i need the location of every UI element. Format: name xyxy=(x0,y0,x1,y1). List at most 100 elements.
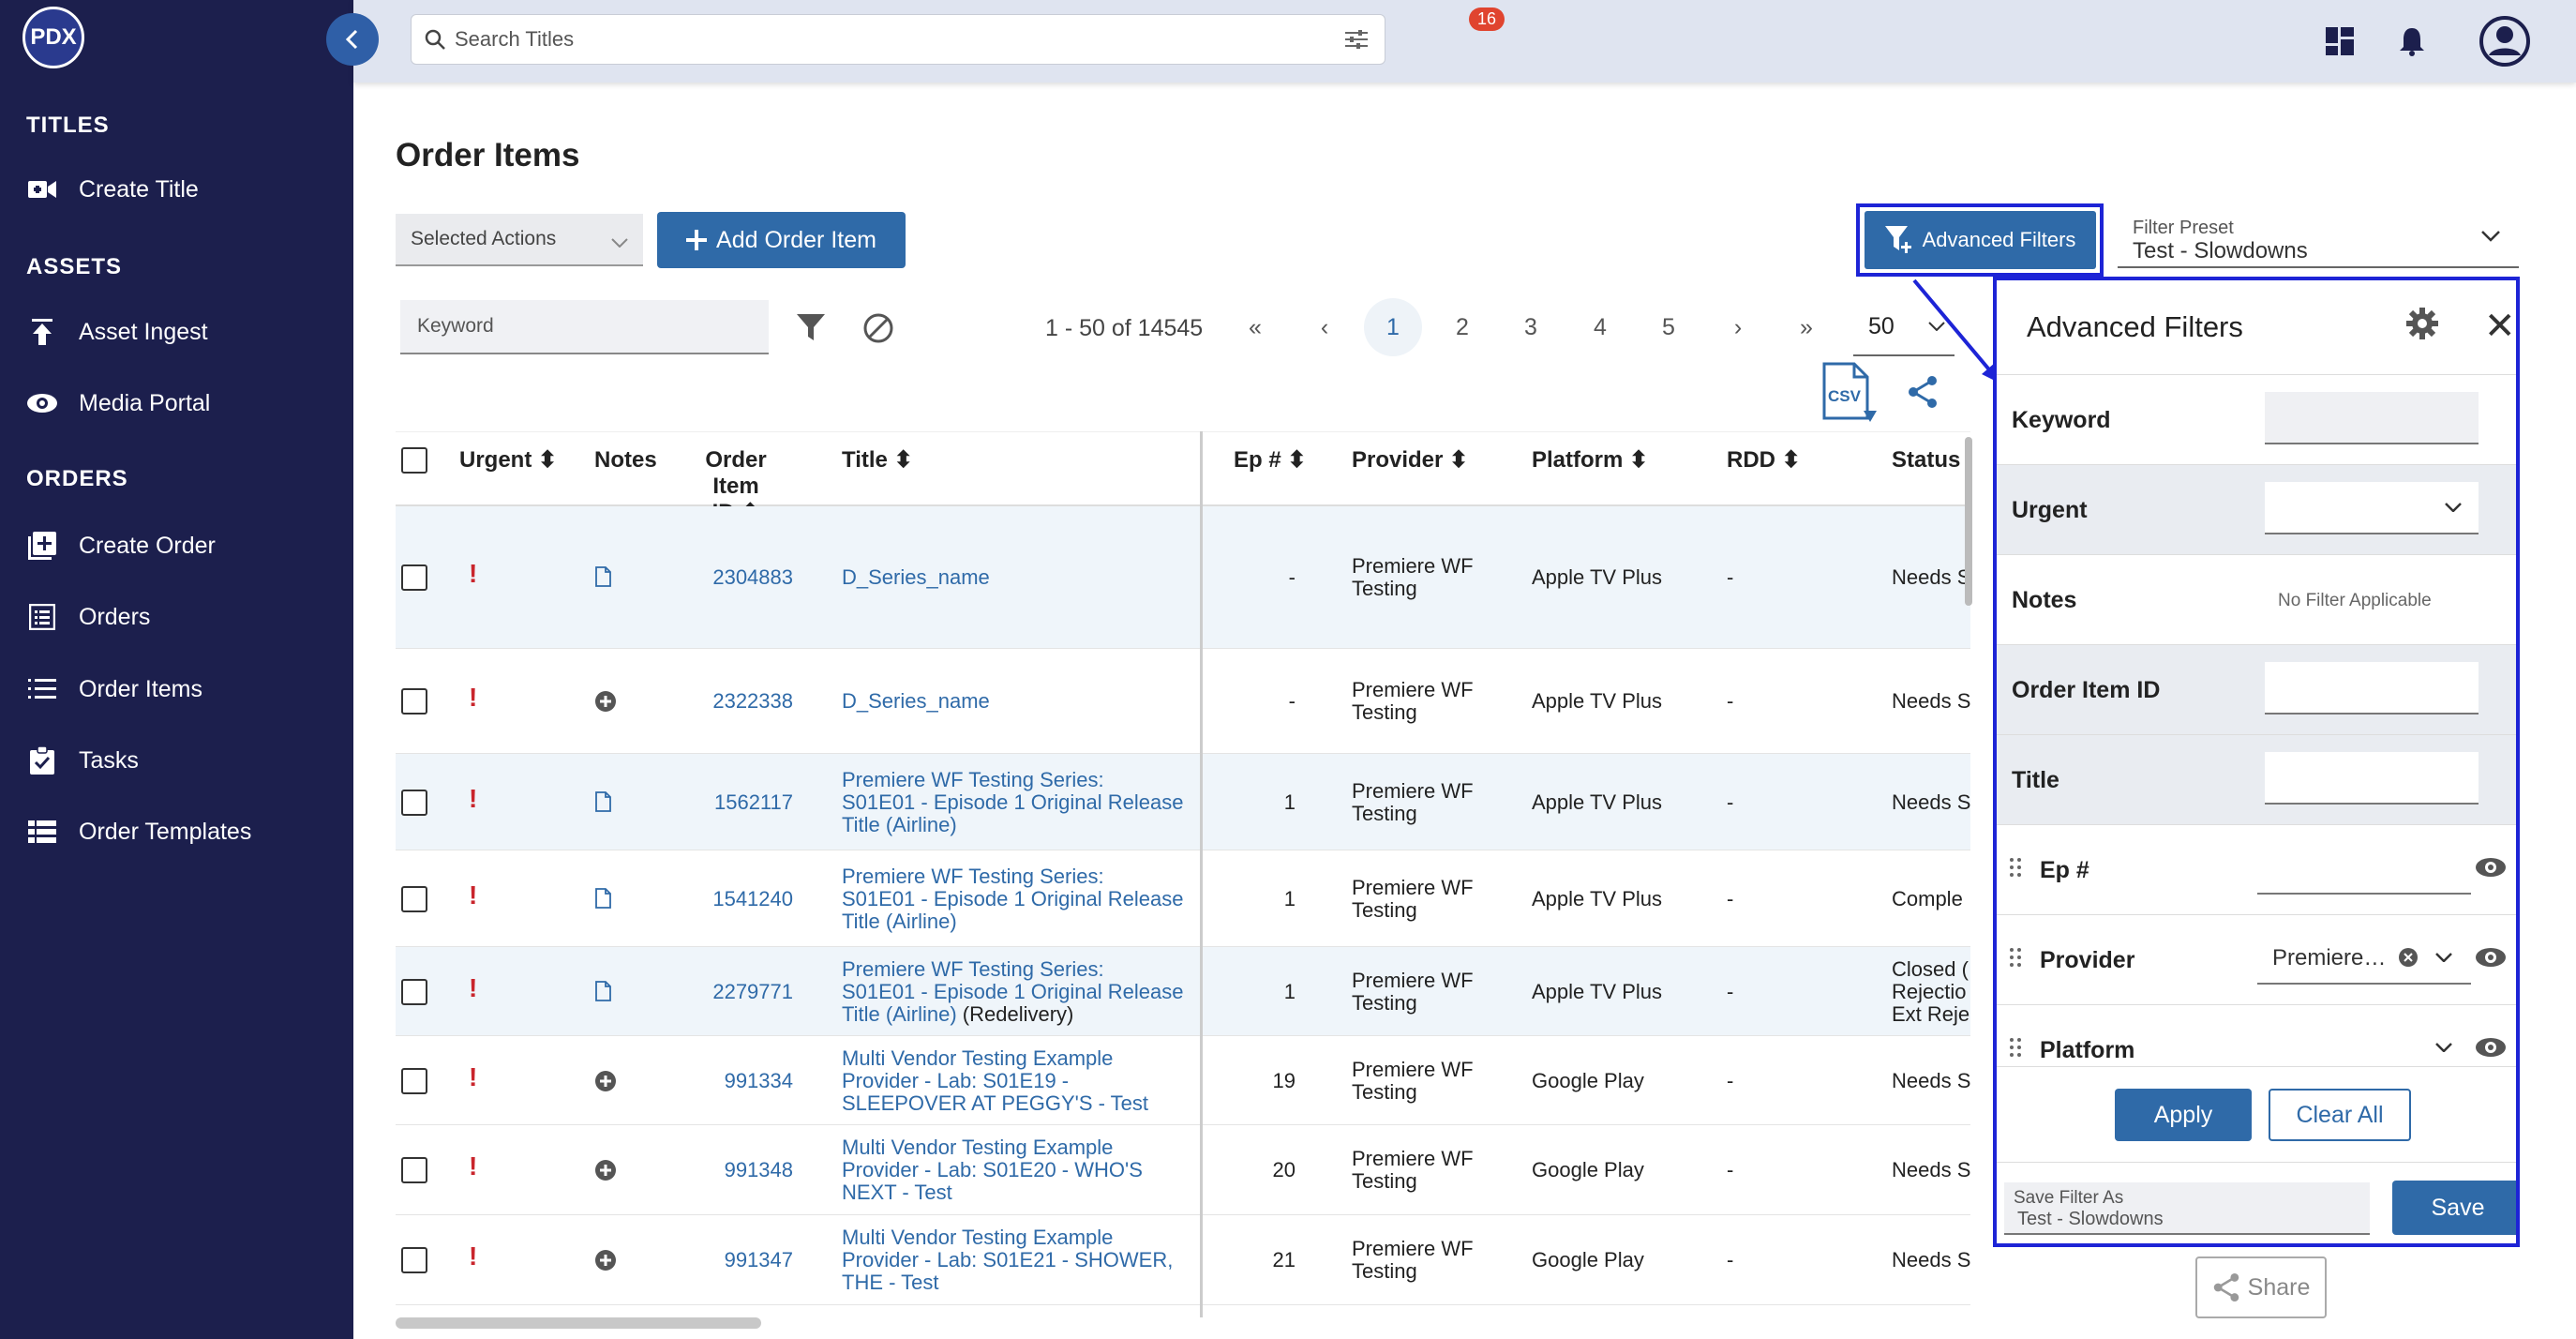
add-note-icon[interactable] xyxy=(594,1159,617,1186)
order-item-id-link[interactable]: 1562117 xyxy=(677,790,793,814)
filter-title-input[interactable] xyxy=(2265,752,2479,805)
table-row[interactable]: ! 991348 Multi Vendor Testing Example Provi… xyxy=(396,1125,1970,1215)
drag-handle-icon[interactable] xyxy=(2010,1037,2021,1058)
table-row[interactable]: ! 991334 Multi Vendor Testing Example Provi… xyxy=(396,1036,1970,1125)
title-link[interactable]: Multi Vendor Testing Example Provider - L… xyxy=(842,1136,1143,1204)
filter-urgent-select[interactable] xyxy=(2265,482,2479,534)
note-document-icon[interactable] xyxy=(594,566,611,592)
apply-button[interactable]: Apply xyxy=(2115,1089,2252,1141)
pagination-page-4[interactable]: 4 xyxy=(1571,298,1629,356)
column-header-provider[interactable]: Provider ⬍ xyxy=(1352,447,1468,474)
filter-provider-select[interactable]: Premiere… xyxy=(2257,932,2471,985)
table-row[interactable]: ! 991347 Multi Vendor Testing Example Provi… xyxy=(396,1215,1970,1305)
add-note-icon[interactable] xyxy=(594,1070,617,1097)
share-button[interactable]: Share xyxy=(2195,1256,2327,1318)
pdx-logo[interactable]: PDX xyxy=(22,7,84,68)
sidebar-item-media-portal[interactable]: Media Portal xyxy=(26,384,210,422)
row-checkbox[interactable] xyxy=(401,789,427,816)
table-row[interactable]: ! 1562117 Premiere WF Testing Series: S01E0… xyxy=(396,754,1970,850)
table-row[interactable]: ! 2279771 Premiere WF Testing Series: S01E0… xyxy=(396,947,1970,1036)
dashboard-icon[interactable] xyxy=(2312,13,2368,69)
block-clear-icon[interactable] xyxy=(862,312,894,344)
row-checkbox[interactable] xyxy=(401,1247,427,1273)
row-checkbox[interactable] xyxy=(401,978,427,1005)
column-header-title[interactable]: Title ⬍ xyxy=(842,447,913,474)
filter-keyword-input[interactable] xyxy=(2265,392,2479,444)
save-button[interactable]: Save xyxy=(2392,1181,2516,1235)
order-item-id-link[interactable]: 991348 xyxy=(677,1159,793,1181)
tune-filter-icon[interactable] xyxy=(1345,29,1368,50)
pagination-page-1[interactable]: 1 xyxy=(1364,298,1422,356)
pagination-next[interactable]: › xyxy=(1709,298,1767,356)
sidebar-item-asset-ingest[interactable]: Asset Ingest xyxy=(26,313,208,351)
csv-download-icon[interactable]: CSV xyxy=(1819,362,1879,426)
column-header-urgent[interactable]: Urgent ⬍ xyxy=(459,447,557,474)
row-checkbox[interactable] xyxy=(401,885,427,912)
title-link[interactable]: Multi Vendor Testing Example Provider - L… xyxy=(842,1226,1173,1294)
gear-icon[interactable] xyxy=(2405,307,2439,340)
column-header-rdd[interactable]: RDD ⬍ xyxy=(1727,447,1801,474)
bell-icon[interactable] xyxy=(2384,13,2440,69)
add-note-icon[interactable] xyxy=(594,690,617,717)
note-document-icon[interactable] xyxy=(594,980,611,1006)
clear-chip-icon[interactable] xyxy=(2398,947,2419,968)
clear-all-button[interactable]: Clear All xyxy=(2269,1089,2411,1141)
pagination-page-3[interactable]: 3 xyxy=(1502,298,1560,356)
order-item-id-link[interactable]: 991347 xyxy=(677,1249,793,1271)
filter-icon[interactable] xyxy=(797,314,825,340)
order-item-id-link[interactable]: 2322338 xyxy=(677,690,793,713)
title-link[interactable]: Multi Vendor Testing Example Provider - L… xyxy=(842,1046,1148,1115)
sidebar-item-order-items[interactable]: Order Items xyxy=(26,670,202,708)
pagination-first[interactable]: « xyxy=(1226,298,1284,356)
sidebar-item-orders[interactable]: Orders xyxy=(26,598,150,636)
order-item-id-link[interactable]: 2304883 xyxy=(677,566,793,589)
add-order-item-button[interactable]: Add Order Item xyxy=(657,212,906,268)
save-filter-as-input[interactable]: Save Filter As Test - Slowdowns xyxy=(2004,1182,2370,1235)
sidebar-item-tasks[interactable]: Tasks xyxy=(26,742,139,779)
advanced-filters-button[interactable]: Advanced Filters xyxy=(1865,211,2096,269)
drag-handle-icon[interactable] xyxy=(2010,947,2021,968)
table-row[interactable]: ! 1541240 Premiere WF Testing Series: S01E0… xyxy=(396,850,1970,947)
title-link[interactable]: D_Series_name xyxy=(842,690,990,713)
table-row[interactable]: ! 2304883 D_Series_name - Premiere WF Testing… xyxy=(396,506,1970,649)
order-item-id-link[interactable]: 2279771 xyxy=(677,980,793,1003)
eye-icon[interactable] xyxy=(2475,1037,2507,1058)
row-checkbox[interactable] xyxy=(401,1067,427,1094)
column-header-status[interactable]: Status xyxy=(1892,447,1960,474)
table-row[interactable]: ! 2322338 D_Series_name - Premiere WF Testing… xyxy=(396,649,1970,754)
filter-preset-select[interactable]: Filter Preset Test - Slowdowns xyxy=(2118,214,2519,268)
eye-icon[interactable] xyxy=(2475,947,2507,968)
order-item-id-link[interactable]: 991334 xyxy=(677,1069,793,1092)
add-note-icon[interactable] xyxy=(594,1249,617,1276)
search-input[interactable] xyxy=(455,27,1345,52)
row-checkbox[interactable] xyxy=(401,564,427,591)
title-link[interactable]: Premiere WF Testing Series: S01E01 - Epis… xyxy=(842,957,1183,1026)
eye-icon[interactable] xyxy=(2475,857,2507,878)
horizontal-scrollbar[interactable] xyxy=(396,1317,761,1329)
drag-handle-icon[interactable] xyxy=(2010,857,2021,878)
note-document-icon[interactable] xyxy=(594,887,611,913)
select-all-checkbox[interactable] xyxy=(401,447,427,474)
sidebar-item-create-order[interactable]: Create Order xyxy=(26,527,216,564)
collapse-sidebar-button[interactable] xyxy=(326,13,379,66)
vertical-scrollbar[interactable] xyxy=(1965,437,1972,606)
share-icon[interactable] xyxy=(1907,375,1939,409)
row-checkbox[interactable] xyxy=(401,1157,427,1183)
pagination-last[interactable]: » xyxy=(1777,298,1835,356)
order-item-id-link[interactable]: 1541240 xyxy=(677,887,793,910)
filter-ep-input[interactable] xyxy=(2257,842,2471,895)
account-avatar-icon[interactable] xyxy=(2477,13,2533,69)
sidebar-item-order-templates[interactable]: Order Templates xyxy=(26,813,251,850)
note-document-icon[interactable] xyxy=(594,790,611,817)
sidebar-item-create-title[interactable]: Create Title xyxy=(26,171,199,208)
title-link[interactable]: D_Series_name xyxy=(842,566,990,589)
keyword-input[interactable]: Keyword xyxy=(400,300,769,354)
pagination-prev[interactable]: ‹ xyxy=(1295,298,1354,356)
column-header-platform[interactable]: Platform ⬍ xyxy=(1532,447,1648,474)
row-checkbox[interactable] xyxy=(401,688,427,715)
filter-order-item-id-input[interactable] xyxy=(2265,662,2479,715)
title-link[interactable]: Premiere WF Testing Series: S01E01 - Epis… xyxy=(842,768,1183,836)
filter-platform-select[interactable] xyxy=(2257,1022,2471,1061)
title-link[interactable]: Premiere WF Testing Series: S01E01 - Epis… xyxy=(842,865,1183,933)
selected-actions-dropdown[interactable]: Selected Actions xyxy=(396,214,643,266)
